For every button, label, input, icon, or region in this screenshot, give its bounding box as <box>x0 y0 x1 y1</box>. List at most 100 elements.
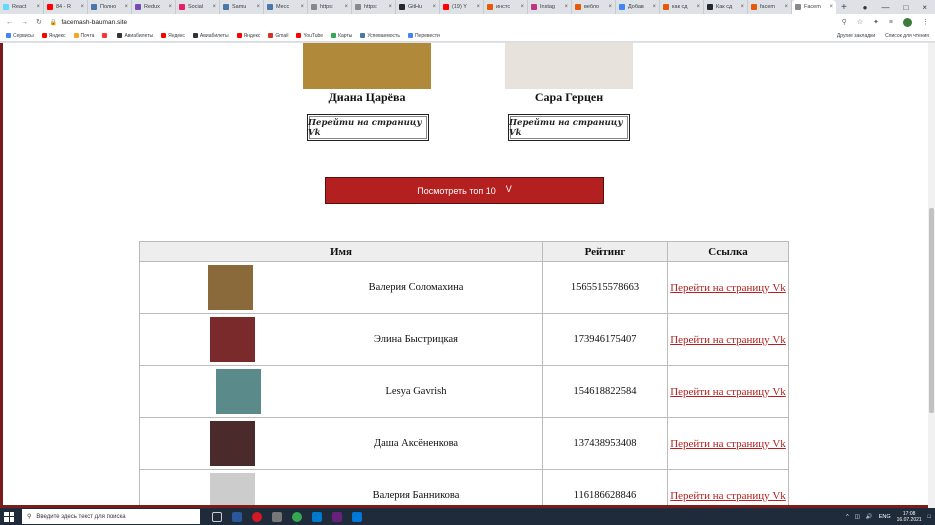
close-icon[interactable]: × <box>784 4 788 10</box>
browser-tab[interactable]: инстс × <box>484 0 528 14</box>
language-indicator[interactable]: ENG <box>879 514 891 520</box>
close-icon[interactable]: × <box>476 4 480 10</box>
close-icon[interactable]: × <box>124 4 128 10</box>
volume-icon[interactable]: 🔊 <box>866 514 873 520</box>
notifications-icon[interactable]: □ <box>928 514 931 520</box>
menu-icon[interactable]: ⋮ <box>922 18 929 26</box>
close-icon[interactable]: × <box>80 4 84 10</box>
browser-tab[interactable]: Samu × <box>220 0 264 14</box>
lock-icon[interactable]: 🔒 <box>50 19 57 26</box>
bookmark-item[interactable]: Яндекс <box>41 33 66 39</box>
featured-name-1: Диана Царёва <box>328 90 406 104</box>
reload-icon[interactable]: ↻ <box>36 18 42 26</box>
reading-list-button[interactable]: Список для чтения <box>885 33 929 39</box>
featured-vk-button-1[interactable]: Перейти на страницу Vk <box>307 114 429 141</box>
back-icon[interactable]: ← <box>6 19 13 26</box>
person-name: Валерия Соломахина <box>368 282 464 293</box>
zoom-icon[interactable]: ⚲ <box>842 18 847 26</box>
vk-link[interactable]: Перейти на страницу Vk <box>670 334 786 346</box>
browser-tab[interactable]: Как сд × <box>704 0 748 14</box>
opera-icon[interactable] <box>252 511 262 522</box>
vk-link[interactable]: Перейти на страницу Vk <box>670 490 786 502</box>
chrome-icon[interactable] <box>292 511 302 522</box>
browser-tab[interactable]: https: × <box>308 0 352 14</box>
task-view-icon[interactable] <box>212 511 222 522</box>
other-bookmarks-folder[interactable]: Другие закладки <box>837 33 875 39</box>
scrollbar-thumb[interactable] <box>929 208 934 413</box>
browser-tab[interactable]: facem × <box>748 0 792 14</box>
close-icon[interactable]: × <box>432 4 436 10</box>
browser-tab[interactable]: Instag × <box>528 0 572 14</box>
list-icon[interactable]: ≡ <box>889 19 893 26</box>
bookmark-item[interactable]: Карты <box>331 33 352 39</box>
featured-vk-button-2[interactable]: Перейти на страницу Vk <box>508 114 630 141</box>
close-icon[interactable]: × <box>740 4 744 10</box>
close-icon[interactable]: × <box>256 4 260 10</box>
windows-start-icon[interactable] <box>4 511 14 522</box>
bookmark-item[interactable]: Сервисы <box>6 33 34 39</box>
browser-tab[interactable]: Полно × <box>88 0 132 14</box>
new-tab-icon[interactable]: + <box>841 2 847 13</box>
browser-tab[interactable]: React × <box>0 0 44 14</box>
browser-tab[interactable]: Redux × <box>132 0 176 14</box>
close-icon[interactable]: × <box>520 4 524 10</box>
window-close-icon[interactable]: × <box>922 3 927 12</box>
taskbar-search-input[interactable]: ⚲ Введите здесь текст для поиска <box>22 509 200 524</box>
browser-tab[interactable]: вебло × <box>572 0 616 14</box>
browser-tab[interactable]: Добав × <box>616 0 660 14</box>
profile-avatar[interactable] <box>903 17 912 27</box>
network-icon[interactable]: ◫ <box>855 514 860 520</box>
vk-link[interactable]: Перейти на страницу Vk <box>670 438 786 450</box>
minimize-icon[interactable]: — <box>881 3 889 12</box>
url-field[interactable]: 🔒 facemash-bauman.site <box>50 16 834 28</box>
photos-icon[interactable] <box>352 511 362 522</box>
bookmark-item[interactable]: Перевести <box>407 33 440 39</box>
close-icon[interactable]: × <box>212 4 216 10</box>
bookmark-item[interactable]: Авиабилеты <box>192 33 229 39</box>
bookmark-item[interactable]: Яндекс <box>236 33 260 39</box>
browser-tab[interactable]: 84 - R × <box>44 0 88 14</box>
tab-favicon-icon <box>575 4 581 10</box>
close-icon[interactable]: × <box>388 4 392 10</box>
table-row: Валерия Соломахина 1565515578663 Перейти н… <box>139 261 789 314</box>
bookmark-item[interactable]: Авиабилеты <box>117 33 153 39</box>
bookmark-item[interactable]: Gmail <box>268 33 288 39</box>
browser-tab[interactable]: (19) Y × <box>440 0 484 14</box>
top10-button[interactable]: Посмотреть топ 10 V <box>325 177 604 204</box>
close-icon[interactable]: × <box>829 4 833 10</box>
tab-label: (19) Y <box>452 4 467 10</box>
close-icon[interactable]: × <box>344 4 348 10</box>
browser-tab[interactable]: Месс × <box>264 0 308 14</box>
bookmark-item[interactable]: YouTube <box>296 33 323 39</box>
bookmark-item[interactable] <box>102 33 109 38</box>
bookmark-item[interactable]: Яндекс <box>161 33 185 39</box>
store-icon[interactable] <box>272 511 282 522</box>
clock[interactable]: 17:08 16.07.2021 <box>897 511 922 523</box>
browser-tab[interactable]: https: × <box>352 0 396 14</box>
vscode-icon[interactable] <box>312 511 322 522</box>
close-icon[interactable]: × <box>564 4 568 10</box>
page-scrollbar[interactable] <box>928 43 935 508</box>
browser-tab[interactable]: Facem × <box>792 0 836 14</box>
maximize-icon[interactable]: □ <box>903 3 908 12</box>
browser-tab[interactable]: GitHu × <box>396 0 440 14</box>
close-icon[interactable]: × <box>36 4 40 10</box>
forward-icon[interactable]: → <box>21 19 28 26</box>
vs-icon[interactable] <box>332 511 342 522</box>
close-icon[interactable]: × <box>168 4 172 10</box>
close-icon[interactable]: × <box>696 4 700 10</box>
browser-tab[interactable]: как сд × <box>660 0 704 14</box>
vk-link[interactable]: Перейти на страницу Vk <box>670 386 786 398</box>
word-icon[interactable] <box>232 511 242 522</box>
tab-search-icon[interactable]: ● <box>863 3 868 12</box>
tray-chevron-icon[interactable]: ^ <box>846 514 849 520</box>
close-icon[interactable]: × <box>608 4 612 10</box>
close-icon[interactable]: × <box>300 4 304 10</box>
bookmark-item[interactable]: Успеваемость <box>360 33 400 39</box>
extensions-icon[interactable]: ✦ <box>873 18 879 26</box>
browser-tab[interactable]: Social × <box>176 0 220 14</box>
bookmark-item[interactable]: Почта <box>73 33 94 39</box>
close-icon[interactable]: × <box>652 4 656 10</box>
bookmark-star-icon[interactable]: ☆ <box>857 18 863 26</box>
vk-link[interactable]: Перейти на страницу Vk <box>670 282 786 294</box>
